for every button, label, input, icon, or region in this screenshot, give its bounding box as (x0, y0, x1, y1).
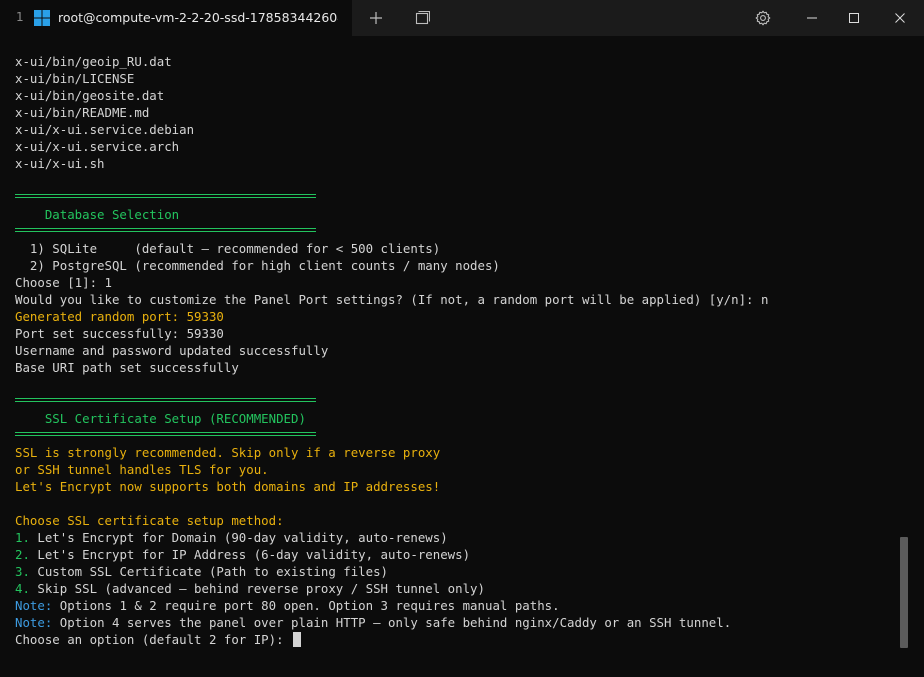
output-line: x-ui/x-ui.sh (15, 156, 105, 171)
title-bar: 1 root@compute-vm-2-2-20-ssd-17858344260… (0, 0, 924, 36)
section-divider (15, 194, 316, 198)
tab-number: 1 (16, 10, 24, 24)
ssl-option-2: 2. Let's Encrypt for IP Address (6-day v… (15, 546, 470, 563)
output-line: x-ui/bin/geoip_RU.dat (15, 54, 172, 69)
note-line: Note: Options 1 & 2 require port 80 open… (15, 597, 560, 614)
ssl-section-title: SSL Certificate Setup (RECOMMENDED) (15, 411, 306, 426)
note-label: Note: (15, 598, 53, 613)
ssl-option-4: 4. Skip SSL (advanced — behind reverse p… (15, 580, 485, 597)
option-number: 4. (15, 581, 30, 596)
option-number: 2. (15, 547, 30, 562)
generated-port-line: Generated random port: 59330 (15, 309, 224, 324)
output-line: x-ui/bin/LICENSE (15, 71, 135, 86)
terminal-output[interactable]: x-ui/bin/geoip_RU.dat x-ui/bin/LICENSE x… (0, 36, 924, 677)
ssl-option-1: 1. Let's Encrypt for Domain (90-day vali… (15, 529, 448, 546)
output-line: x-ui/x-ui.service.debian (15, 122, 195, 137)
duplicate-tab-button[interactable] (408, 0, 436, 36)
tab-title: root@compute-vm-2-2-20-ssd-1785834426043… (58, 10, 338, 25)
minimize-icon (806, 12, 818, 24)
database-section-title: Database Selection (15, 207, 180, 222)
input-prompt: Choose an option (default 2 for IP): (15, 632, 292, 647)
db-option-sqlite: 1) SQLite (default — recommended for < 5… (15, 241, 441, 256)
db-choice-line: Choose [1]: 1 (15, 275, 112, 290)
port-set-line: Port set successfully: 59330 (15, 326, 224, 341)
base-uri-line: Base URI path set successfully (15, 360, 239, 375)
duplicate-tab-icon (414, 10, 430, 26)
plus-icon (369, 11, 383, 25)
scrollbar-thumb[interactable] (900, 537, 908, 648)
gear-icon (755, 10, 771, 26)
output-line: x-ui/bin/geosite.dat (15, 88, 165, 103)
ssl-warning-line: or SSH tunnel handles TLS for you. (15, 462, 269, 477)
close-button[interactable] (880, 0, 920, 36)
credentials-updated-line: Username and password updated successful… (15, 343, 329, 358)
close-icon (894, 12, 906, 24)
ssl-option-3: 3. Custom SSL Certificate (Path to exist… (15, 563, 388, 580)
maximize-icon (848, 12, 860, 24)
new-tab-button[interactable] (362, 0, 390, 36)
option-text: Custom SSL Certificate (Path to existing… (29, 564, 388, 579)
port-question-line: Would you like to customize the Panel Po… (15, 292, 769, 307)
note-line: Note: Option 4 serves the panel over pla… (15, 614, 731, 631)
note-text: Option 4 serves the panel over plain HTT… (52, 615, 732, 630)
section-divider (15, 398, 316, 402)
ssl-method-prompt: Choose SSL certificate setup method: (15, 513, 284, 528)
note-text: Options 1 & 2 require port 80 open. Opti… (52, 598, 560, 613)
text-cursor (293, 632, 302, 647)
settings-button[interactable] (748, 0, 778, 36)
minimize-button[interactable] (792, 0, 832, 36)
section-divider (15, 228, 316, 232)
option-number: 1. (15, 530, 30, 545)
option-text: Let's Encrypt for Domain (90-day validit… (29, 530, 448, 545)
input-prompt-line[interactable]: Choose an option (default 2 for IP): (15, 631, 302, 648)
ssl-warning-line: SSL is strongly recommended. Skip only i… (15, 445, 441, 460)
windows-logo-icon (33, 9, 51, 27)
db-option-postgresql: 2) PostgreSQL (recommended for high clie… (15, 258, 500, 273)
output-line: x-ui/x-ui.service.arch (15, 139, 180, 154)
terminal-tab[interactable]: 1 root@compute-vm-2-2-20-ssd-17858344260… (0, 0, 352, 36)
section-divider (15, 432, 316, 436)
option-text: Skip SSL (advanced — behind reverse prox… (29, 581, 485, 596)
ssl-warning-line: Let's Encrypt now supports both domains … (15, 479, 441, 494)
option-number: 3. (15, 564, 30, 579)
note-label: Note: (15, 615, 53, 630)
output-line: x-ui/bin/README.md (15, 105, 150, 120)
maximize-button[interactable] (836, 0, 872, 36)
option-text: Let's Encrypt for IP Address (6-day vali… (29, 547, 471, 562)
